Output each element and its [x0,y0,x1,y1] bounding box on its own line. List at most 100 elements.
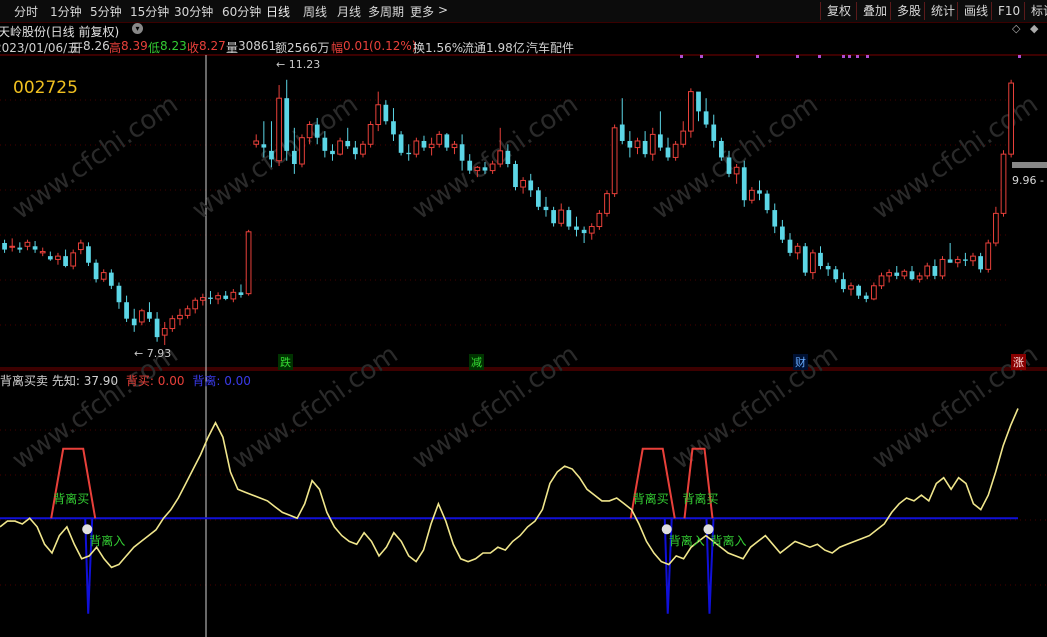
candle-body [406,152,412,155]
candle-body [116,285,122,303]
candle-body [306,124,313,139]
indicator-name[interactable]: 背离买卖 [0,374,48,388]
candle-body [108,272,114,286]
stock-code: 002725 [13,78,78,98]
candle-body [726,157,732,174]
candle-body [886,272,892,277]
event-tag-fall[interactable]: 跌 [278,354,293,370]
event-tick [818,55,821,58]
candle-body [733,166,740,175]
candle-body [482,167,488,171]
candle-body [208,297,213,299]
candle-body [993,212,999,244]
candle-body [505,150,511,165]
event-tick [842,55,845,58]
candle-body [39,251,46,254]
candle-body [444,134,450,148]
candle-body [947,259,953,263]
high-price-marker: ← 11.23 [276,58,321,71]
candle-body [566,210,572,227]
candle-body [780,226,785,240]
signal-buy-label: 背离买 [682,492,719,507]
candle-body [391,121,396,135]
candle-body [894,272,900,276]
candle-body [322,137,328,151]
candle-body [802,246,808,273]
xianzhi-value: 37.90 [83,374,119,388]
candle-body [199,297,206,301]
event-tick [680,55,683,58]
candle-body [269,150,274,160]
event-tag-finance[interactable]: 财 [793,354,808,370]
candle-body [658,134,663,148]
candle-body [611,127,618,195]
candle-body [337,140,343,155]
event-tick [856,55,859,58]
event-tick [756,55,759,58]
candle-body [428,143,435,149]
candle-body [978,256,983,270]
event-tag-reduce[interactable]: 减 [469,354,484,370]
candle-body [741,167,747,201]
candle-body [932,266,938,276]
event-tick [700,55,703,58]
candle-body [810,252,816,274]
kline-chart[interactable]: www.cfchi.com www.cfchi.com www.cfchi.com w… [0,0,1047,637]
candle-body [825,266,831,270]
candle-body [474,166,481,172]
candle-body [863,295,869,299]
beili-label: 背离: [192,374,221,388]
candle-body [963,259,968,261]
event-tick [1018,55,1021,58]
event-tag-rise[interactable]: 涨 [1011,354,1026,370]
xianzhi-label: 先知: [51,374,80,388]
candle-body [398,134,404,153]
candle-body [93,262,99,280]
candle-body [909,271,915,280]
candle-body [604,193,610,214]
indicator-header: 背离买卖 先知: 37.90 背买: 0.00 背离: 0.00 [0,372,251,388]
candle-body [436,133,443,145]
candle-body [245,231,252,295]
candle-body [688,91,694,132]
candle-body [154,318,160,338]
signal-buy-label: 背离买 [53,492,90,507]
candle-body [345,140,351,147]
candle-body [916,275,923,280]
candle-body [63,256,68,267]
candle-body [32,246,38,250]
candle-body [253,140,260,145]
candle-body [711,124,717,141]
candle-body [749,189,755,201]
candle-body [70,252,77,267]
candle-body [1000,153,1007,214]
candle-body [833,269,839,280]
low-price-value: 7.93 [146,347,172,360]
candle-body [360,143,366,155]
candle-body [299,137,305,165]
beili-value: 0.00 [224,374,251,388]
candle-body [551,210,556,224]
candle-body [192,299,199,310]
candle-body [100,272,107,280]
candle-body [818,252,823,267]
candle-body [985,242,992,270]
candle-body [215,295,221,300]
candle-body [330,150,335,155]
candle-body [848,285,854,290]
candle-body [223,295,229,299]
candle-body [367,124,374,145]
candle-body [131,318,137,326]
candle-body [138,310,145,323]
candle-body [375,104,382,126]
candle-body [489,163,496,172]
candle-body [856,285,861,296]
candle-body [47,256,53,260]
current-price-value: 9.96 [1012,174,1037,187]
signal-in-label: 背离入 [668,534,705,549]
candle-body [383,104,389,122]
candle-body [1008,82,1015,155]
candle-body [680,130,687,145]
candle-body [161,328,168,336]
candle-body [627,140,633,148]
